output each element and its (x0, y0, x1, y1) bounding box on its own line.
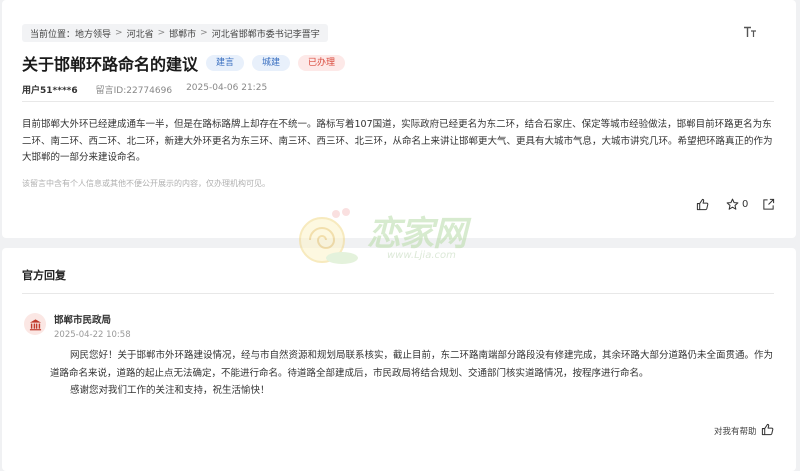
star-icon (726, 198, 739, 211)
reply-date: 2025-04-22 10:58 (54, 330, 131, 340)
helpful-button[interactable]: 对我有帮助 (714, 423, 774, 439)
divider (22, 101, 774, 102)
breadcrumb-separator: > (157, 28, 166, 38)
post-content: 目前邯郸大外环已经建成通车一半，但是在路标路牌上却存在不统一。路标写着107国道… (22, 119, 773, 163)
favorite-count: 0 (742, 199, 749, 210)
tag-urban-construction: 城建 (252, 55, 291, 71)
title-row: 关于邯郸环路命名的建议 建言 城建 已办理 (22, 51, 346, 75)
divider (22, 293, 774, 294)
post-meta: 用户51****6 留言ID:22774696 2025-04-06 21:25 (22, 83, 267, 96)
font-size-icon[interactable] (743, 26, 757, 41)
breadcrumb-prefix: 当前位置： (30, 29, 76, 40)
breadcrumb-separator: > (200, 28, 208, 38)
tag-suggestion: 建言 (206, 55, 245, 71)
helpful-label: 对我有帮助 (714, 427, 757, 437)
thumbs-up-icon (696, 198, 709, 211)
share-icon (762, 198, 775, 211)
government-building-icon (24, 313, 46, 335)
reply-paragraph: 感谢您对我们工作的关注和支持，祝生活愉快！ (70, 385, 270, 396)
share-button[interactable] (762, 198, 775, 211)
status-badge: 已办理 (298, 55, 346, 71)
breadcrumb-item-hebei[interactable]: 河北省 (127, 27, 154, 40)
post-datetime: 2025-04-06 21:25 (186, 83, 268, 93)
favorite-button[interactable]: 0 (726, 198, 748, 211)
section-title-official-reply: 官方回复 (22, 269, 66, 282)
breadcrumb-item-party-secretary[interactable]: 河北省邯郸市委书记李晋宇 (212, 27, 320, 40)
breadcrumb-item-handan[interactable]: 邯郸市 (169, 27, 196, 40)
reply-paragraph: 网民您好！关于邯郸市外环路建设情况，经与市自然资源和规划局联系核实，截止目前，东… (50, 350, 774, 379)
breadcrumb: 当前位置： 地方领导 > 河北省 > 邯郸市 > 河北省邯郸市委书记李晋宇 (22, 24, 328, 42)
department-name: 邯郸市民政局 (54, 315, 112, 326)
user-name: 用户51****6 (22, 86, 78, 96)
page-title: 关于邯郸环路命名的建议 (22, 55, 199, 74)
reply-content: 网民您好！关于邯郸市外环路建设情况，经与市自然资源和规划局联系核实，截止目前，东… (50, 347, 778, 400)
privacy-note: 该留言中含有个人信息或其他不便公开展示的内容，仅办理机构可见。 (22, 179, 270, 188)
like-button[interactable] (696, 198, 709, 211)
breadcrumb-separator: > (115, 28, 123, 38)
thumbs-up-icon (757, 423, 774, 439)
department-header: 邯郸市民政局 2025-04-22 10:58 (24, 313, 131, 340)
breadcrumb-item-local-leaders[interactable]: 地方领导 (75, 27, 111, 40)
message-id: 留言ID:22774696 (95, 86, 173, 96)
